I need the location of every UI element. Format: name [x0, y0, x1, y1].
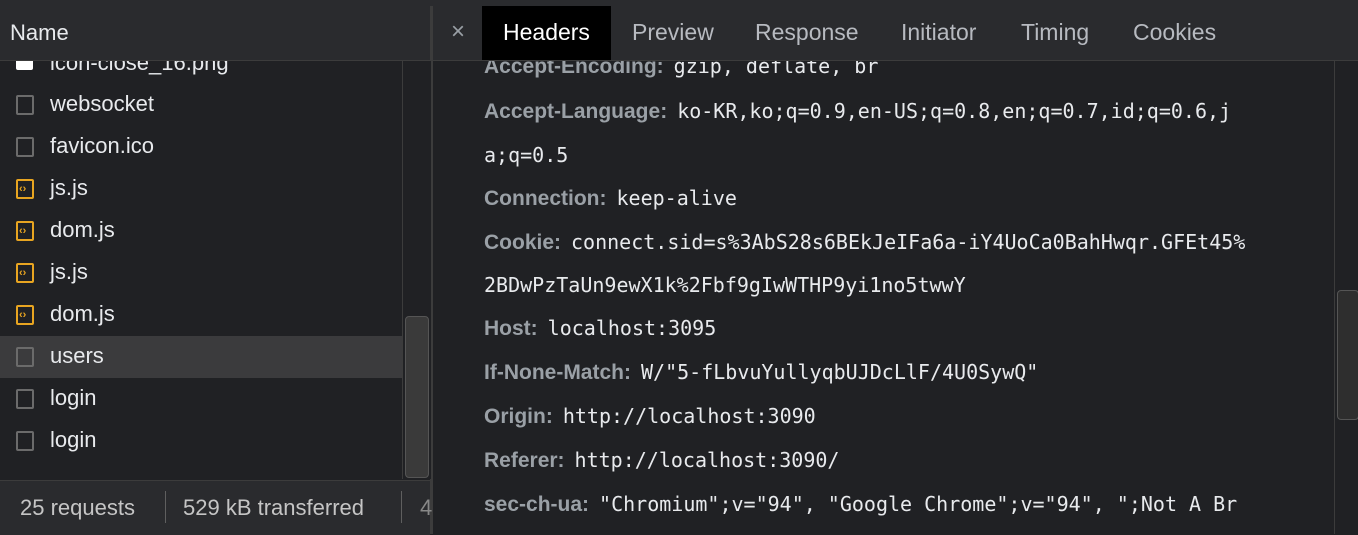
header-name: Cookie:: [484, 231, 562, 254]
header-name: Connection:: [484, 187, 607, 210]
document-icon: [16, 431, 34, 451]
header-value: W/"5-fLbvuYullyqbUJDcLlF/4U0SywQ": [640, 360, 1039, 384]
request-row[interactable]: dom.js: [0, 210, 402, 252]
name-column-header[interactable]: Name: [0, 6, 430, 61]
request-row[interactable]: login: [0, 378, 402, 420]
request-row[interactable]: favicon.ico: [0, 126, 402, 168]
document-icon: [16, 137, 34, 157]
header-value: gzip, deflate, br: [673, 61, 879, 78]
script-file-icon: [16, 305, 34, 325]
status-divider: [401, 491, 402, 523]
request-row[interactable]: js.js: [0, 252, 402, 294]
status-truncated-value: 4: [420, 495, 433, 520]
tab-headers[interactable]: Headers: [482, 6, 611, 60]
close-icon[interactable]: ×: [451, 18, 465, 46]
header-value: localhost:3095: [547, 316, 717, 340]
header-row: Referer: http://localhost:3090/: [484, 448, 839, 473]
header-name: Host:: [484, 317, 538, 340]
details-scrollbar[interactable]: [1334, 61, 1358, 534]
header-value: ko-KR,ko;q=0.9,en-US;q=0.8,en;q=0.7,id;q…: [677, 99, 1232, 123]
request-list-scrollbar[interactable]: [402, 61, 431, 479]
header-value-continuation: 2BDwPzTaUn9ewX1k%2Fbf9gIwWTHP9yi1no5twwY: [484, 273, 966, 297]
header-value: connect.sid=s%3AbS28s6BEkJeIFa6a-iY4UoCa…: [571, 230, 1246, 254]
header-name: Origin:: [484, 405, 553, 428]
network-status-bar: 25 requests 529 kB transferred 4: [0, 480, 433, 535]
header-name: Referer:: [484, 449, 565, 472]
script-file-icon: [16, 179, 34, 199]
header-value: keep-alive: [616, 186, 737, 210]
header-row: Accept-Language: ko-KR,ko;q=0.9,en-US;q=0…: [484, 99, 1231, 124]
header-name: sec-ch-ua:: [484, 493, 590, 516]
request-name: websocket: [50, 91, 154, 116]
request-name: favicon.ico: [50, 133, 154, 158]
request-list: icon-close_16.png websocket favicon.ico …: [0, 61, 402, 479]
header-value-continuation: a;q=0.5: [484, 143, 569, 167]
transferred-size: 529 kB transferred: [183, 495, 364, 520]
document-icon: [16, 389, 34, 409]
script-file-icon: [16, 221, 34, 241]
request-row[interactable]: js.js: [0, 168, 402, 210]
request-row-selected[interactable]: users: [0, 336, 402, 378]
script-file-icon: [16, 263, 34, 283]
image-file-icon: [16, 61, 33, 70]
header-row: Host: localhost:3095: [484, 316, 716, 341]
request-name: icon-close_16.png: [50, 61, 229, 75]
document-icon: [16, 347, 34, 367]
request-list-panel: Name icon-close_16.png websocket favicon…: [0, 6, 433, 535]
request-row[interactable]: websocket: [0, 84, 402, 126]
tab-initiator[interactable]: Initiator: [901, 6, 976, 60]
request-row[interactable]: icon-close_16.png: [0, 61, 402, 84]
request-headers-list: Accept-Encoding: gzip, deflate, br Accept…: [433, 61, 1333, 534]
tab-preview[interactable]: Preview: [632, 6, 714, 60]
request-list-scroll-thumb[interactable]: [405, 316, 429, 478]
header-name: Accept-Encoding:: [484, 61, 664, 78]
request-name: js.js: [50, 259, 88, 284]
header-row: Origin: http://localhost:3090: [484, 404, 816, 429]
tab-timing[interactable]: Timing: [1021, 6, 1089, 60]
header-value: http://localhost:3090/: [574, 448, 840, 472]
tab-response[interactable]: Response: [755, 6, 859, 60]
name-column-label: Name: [10, 20, 69, 45]
header-row: sec-ch-ua: "Chromium";v="94", "Google Chr…: [484, 492, 1237, 517]
header-name: Accept-Language:: [484, 100, 668, 123]
request-name: dom.js: [50, 217, 115, 242]
header-value: "Chromium";v="94", "Google Chrome";v="94…: [599, 492, 1238, 516]
status-divider: [165, 491, 166, 523]
details-scroll-thumb[interactable]: [1337, 290, 1358, 420]
request-name: dom.js: [50, 301, 115, 326]
tab-cookies[interactable]: Cookies: [1133, 6, 1216, 60]
request-name: users: [50, 343, 104, 368]
request-count: 25 requests: [20, 495, 135, 520]
request-row[interactable]: dom.js: [0, 294, 402, 336]
header-row: Cookie: connect.sid=s%3AbS28s6BEkJeIFa6a-…: [484, 230, 1245, 255]
details-tab-bar: × Headers Preview Response Initiator Tim…: [433, 6, 1358, 61]
request-name: js.js: [50, 175, 88, 200]
header-row: Accept-Encoding: gzip, deflate, br: [484, 61, 878, 79]
header-row: Connection: keep-alive: [484, 186, 737, 211]
request-details-panel: × Headers Preview Response Initiator Tim…: [433, 6, 1358, 534]
document-icon: [16, 95, 34, 115]
request-row[interactable]: login: [0, 420, 402, 462]
header-name: If-None-Match:: [484, 361, 631, 384]
request-name: login: [50, 427, 97, 452]
header-value: http://localhost:3090: [562, 404, 816, 428]
request-name: login: [50, 385, 97, 410]
header-row: If-None-Match: W/"5-fLbvuYullyqbUJDcLlF/4…: [484, 360, 1038, 385]
